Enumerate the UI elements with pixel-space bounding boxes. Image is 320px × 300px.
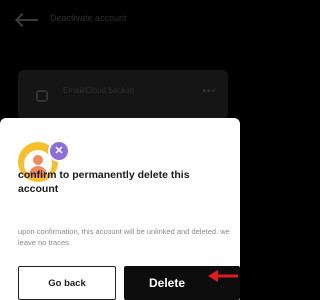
- card-title: Email/Cloud backup: [63, 86, 135, 95]
- card-icon: [36, 90, 48, 102]
- go-back-button[interactable]: Go back: [18, 266, 116, 300]
- red-arrow-annotation: [208, 270, 238, 282]
- more-icon: •••: [202, 86, 216, 97]
- backup-card: Email/Cloud backup •••: [18, 70, 228, 120]
- header-title: Deactivate account: [50, 13, 127, 23]
- back-arrow-icon: [16, 12, 40, 28]
- dialog-title: confirm to permanently delete this accou…: [18, 169, 190, 195]
- close-icon: ✕: [48, 140, 70, 162]
- confirm-delete-sheet: ✕ confirm to permanently delete this acc…: [0, 118, 240, 300]
- person-head: [33, 155, 43, 165]
- background-header: Deactivate account: [0, 0, 240, 40]
- dialog-description: upon confirmation, this account will be …: [18, 227, 230, 247]
